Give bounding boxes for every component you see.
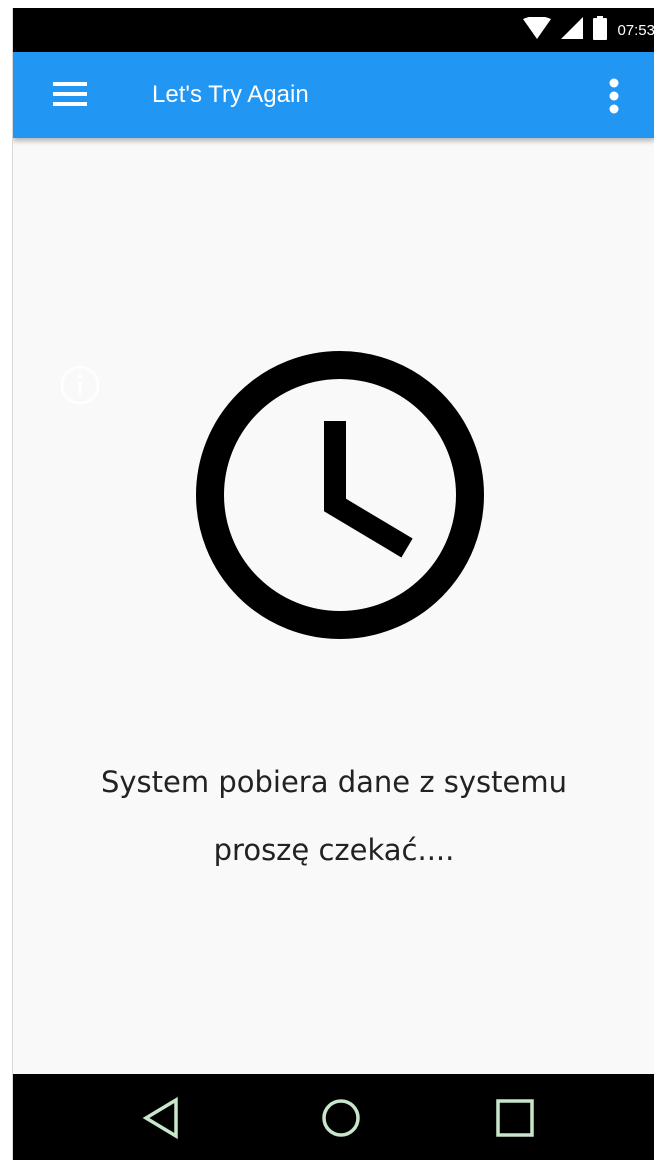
device-frame: 07:53 Let's Try Again System pobiera dan… (0, 0, 654, 1160)
clock-icon (193, 348, 487, 642)
app-bar: Let's Try Again (13, 52, 654, 138)
battery-icon (593, 15, 608, 45)
navigation-bar (13, 1074, 654, 1160)
status-icons: 07:53 (523, 8, 654, 52)
signal-icon (561, 16, 584, 44)
message-line-2: proszę czekać.... (213, 833, 455, 867)
message-line-1: System pobiera dane z systemu (100, 765, 567, 799)
home-button[interactable] (319, 1096, 363, 1140)
back-icon (140, 1096, 184, 1144)
back-button[interactable] (140, 1096, 184, 1140)
more-vertical-icon (599, 78, 629, 122)
wifi-icon (523, 15, 552, 44)
status-bar: 07:53 (13, 8, 654, 52)
recents-icon (493, 1099, 537, 1144)
loading-message: System pobiera dane z systemu proszę cze… (13, 758, 654, 874)
recents-button[interactable] (493, 1096, 537, 1140)
status-time: 07:53 (617, 21, 654, 39)
app-title: Let's Try Again (152, 81, 309, 108)
app-screen: 07:53 Let's Try Again System pobiera dan… (12, 8, 654, 1160)
hamburger-menu-icon (49, 82, 89, 115)
menu-button[interactable] (49, 77, 97, 117)
info-icon[interactable] (59, 364, 101, 406)
home-icon (319, 1099, 363, 1144)
overflow-menu-button[interactable] (599, 74, 629, 118)
